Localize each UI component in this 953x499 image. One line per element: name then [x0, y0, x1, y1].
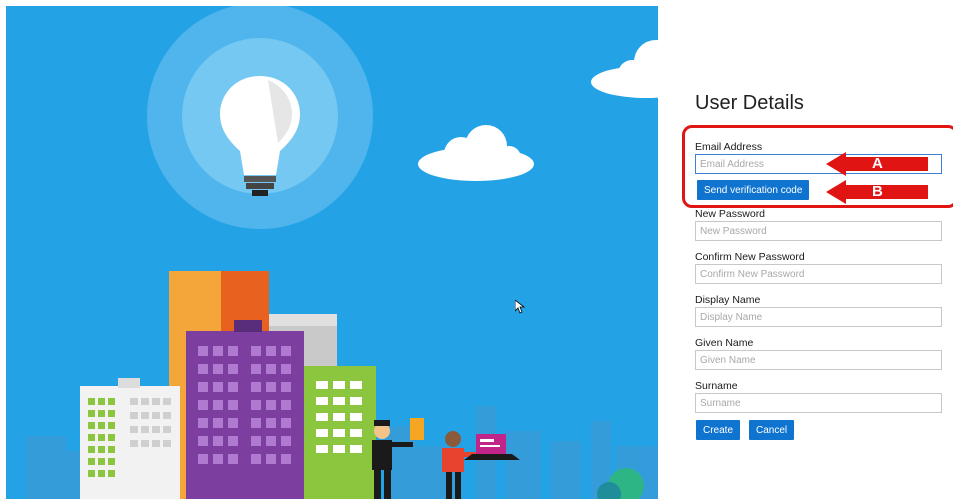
confirm-password-field[interactable] [695, 264, 942, 284]
email-field[interactable] [695, 154, 942, 174]
surname-field[interactable] [695, 393, 942, 413]
surname-label: Surname [695, 380, 738, 392]
arrow-a-label: A [872, 155, 883, 172]
lightbulb-icon [147, 6, 373, 229]
cloud-icon [591, 40, 658, 98]
arrow-b-label: B [872, 183, 883, 200]
send-verification-code-button[interactable]: Send verification code [697, 180, 810, 200]
page-title: User Details [695, 92, 804, 114]
buildings [80, 271, 376, 499]
cursor-icon [515, 300, 525, 314]
cancel-button[interactable]: Cancel [749, 420, 795, 440]
new-password-field[interactable] [695, 221, 942, 241]
new-password-label: New Password [695, 208, 766, 220]
city-illustration [26, 6, 658, 499]
given-name-label: Given Name [695, 337, 754, 349]
email-label: Email Address [695, 141, 763, 153]
display-name-field[interactable] [695, 307, 942, 327]
hero-illustration [6, 6, 658, 499]
display-name-label: Display Name [695, 294, 761, 306]
given-name-field[interactable] [695, 350, 942, 370]
user-details-form: User Details Email Address Send verifica… [660, 0, 953, 499]
cloud-icon [418, 125, 534, 181]
create-button[interactable]: Create [696, 420, 741, 440]
confirm-password-label: Confirm New Password [695, 251, 805, 263]
